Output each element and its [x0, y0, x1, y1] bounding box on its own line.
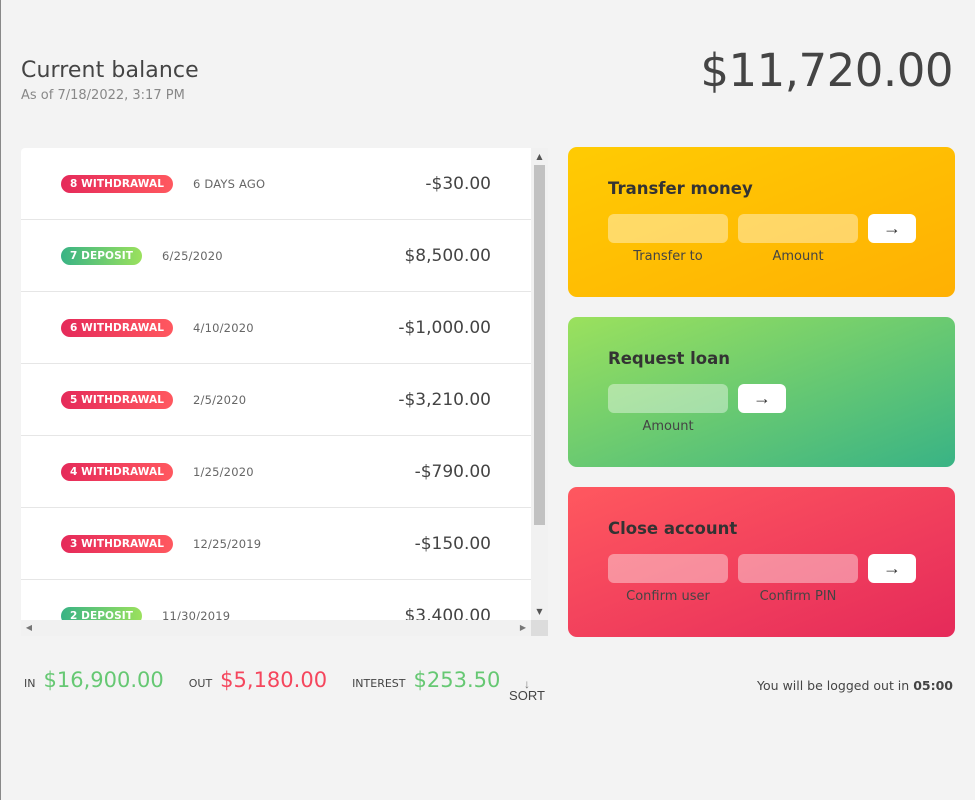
movement-type-badge: 4 withdrawal [61, 462, 173, 481]
transfer-card: Transfer money → Transfer to Amount [568, 147, 955, 297]
movement-date: 1/25/2020 [192, 464, 254, 479]
transfer-to-label: Transfer to [633, 249, 703, 264]
scroll-up-icon[interactable]: ▲ [531, 148, 548, 165]
transfer-submit-button[interactable]: → [868, 214, 916, 243]
movement-row: 7 deposit 6/25/2020 $8,500.00 [21, 220, 531, 292]
movements-list: 8 withdrawal 6 days ago -$30.00 7 deposit 6/… [21, 148, 531, 620]
transfer-to-input[interactable] [608, 214, 728, 243]
confirm-pin-label: Confirm PIN [759, 589, 837, 604]
summary-in-label: In [24, 677, 36, 690]
close-account-title: Close account [608, 519, 738, 538]
balance-date-line: As of 7/18/2022, 3:17 PM [21, 88, 199, 103]
movements-panel: 8 withdrawal 6 days ago -$30.00 7 deposit 6/… [21, 148, 548, 636]
loan-amount-input[interactable] [608, 384, 728, 413]
movement-value: -$30.00 [425, 173, 491, 194]
movement-date: 2/5/2020 [192, 392, 247, 407]
logout-timer-value: 05:00 [913, 678, 953, 693]
loan-form: → Amount [608, 384, 915, 434]
movement-type-badge: 8 withdrawal [61, 174, 173, 193]
loan-submit-button[interactable]: → [738, 384, 786, 413]
scroll-down-icon[interactable]: ▼ [531, 603, 548, 620]
movement-date: 6 days ago [192, 176, 266, 191]
movement-row: 8 withdrawal 6 days ago -$30.00 [21, 148, 531, 220]
confirm-pin-input[interactable] [738, 554, 858, 583]
movement-row: 6 withdrawal 4/10/2020 -$1,000.00 [21, 292, 531, 364]
logout-timer: You will be logged out in 05:00 [757, 678, 953, 693]
balance-date-prefix: As of [21, 88, 54, 103]
summary-in-value: $16,900.00 [43, 668, 164, 692]
balance-date: 7/18/2022, 3:17 PM [57, 88, 185, 103]
movement-type-badge: 2 deposit [61, 606, 143, 620]
confirm-user-label: Confirm user [626, 589, 710, 604]
close-account-form: → Confirm user Confirm PIN [608, 554, 916, 604]
movement-value: -$790.00 [414, 461, 491, 482]
movement-date: 11/30/2019 [162, 608, 231, 621]
transfer-amount-input[interactable] [738, 214, 858, 243]
scroll-left-icon[interactable]: ◀ [21, 620, 37, 636]
movement-type-badge: 7 deposit [61, 246, 143, 265]
horizontal-scrollbar[interactable]: ◀ ▶ [21, 620, 531, 636]
scrollbar-corner [531, 620, 548, 636]
movement-value: -$3,210.00 [398, 389, 491, 410]
sort-button[interactable]: ↓ SORT [505, 678, 549, 702]
movement-date: 4/10/2020 [192, 320, 254, 335]
movement-date: 6/25/2020 [162, 248, 223, 263]
loan-title: Request loan [608, 349, 730, 368]
movement-value: $3,400.00 [404, 605, 491, 621]
movement-type-badge: 3 withdrawal [61, 534, 173, 553]
close-account-submit-button[interactable]: → [868, 554, 916, 583]
summary-bar: In $16,900.00 Out $5,180.00 Interest $25… [24, 668, 525, 692]
loan-card: Request loan → Amount [568, 317, 955, 467]
window-edge [0, 0, 1, 800]
movement-row: 4 withdrawal 1/25/2020 -$790.00 [21, 436, 531, 508]
vertical-scrollbar[interactable]: ▲ ▼ [531, 148, 548, 620]
scrollbar-thumb[interactable] [534, 165, 545, 525]
confirm-user-input[interactable] [608, 554, 728, 583]
close-account-card: Close account → Confirm user Confirm PIN [568, 487, 955, 637]
summary-out-value: $5,180.00 [220, 668, 328, 692]
summary-interest-value: $253.50 [413, 668, 501, 692]
balance-value: $11,720.00 [700, 44, 953, 97]
transfer-amount-label: Amount [772, 249, 824, 264]
balance-header: Current balance As of 7/18/2022, 3:17 PM [21, 58, 199, 103]
movement-value: $8,500.00 [404, 245, 491, 266]
movement-row: 5 withdrawal 2/5/2020 -$3,210.00 [21, 364, 531, 436]
movement-value: -$150.00 [414, 533, 491, 554]
movement-row: 2 deposit 11/30/2019 $3,400.00 [21, 580, 531, 620]
movement-type-badge: 6 withdrawal [61, 318, 173, 337]
summary-out-label: Out [188, 677, 213, 690]
logout-timer-prefix: You will be logged out in [757, 678, 910, 693]
summary-interest-label: Interest [352, 677, 406, 690]
movement-date: 12/25/2019 [192, 536, 262, 551]
movement-value: -$1,000.00 [398, 317, 491, 338]
sort-label: SORT [509, 688, 545, 703]
transfer-title: Transfer money [608, 179, 753, 198]
movement-type-badge: 5 withdrawal [61, 390, 173, 409]
balance-title: Current balance [21, 58, 199, 83]
movement-row: 3 withdrawal 12/25/2019 -$150.00 [21, 508, 531, 580]
scroll-right-icon[interactable]: ▶ [515, 620, 531, 636]
loan-amount-label: Amount [642, 419, 694, 434]
transfer-form: → Transfer to Amount [608, 214, 916, 264]
